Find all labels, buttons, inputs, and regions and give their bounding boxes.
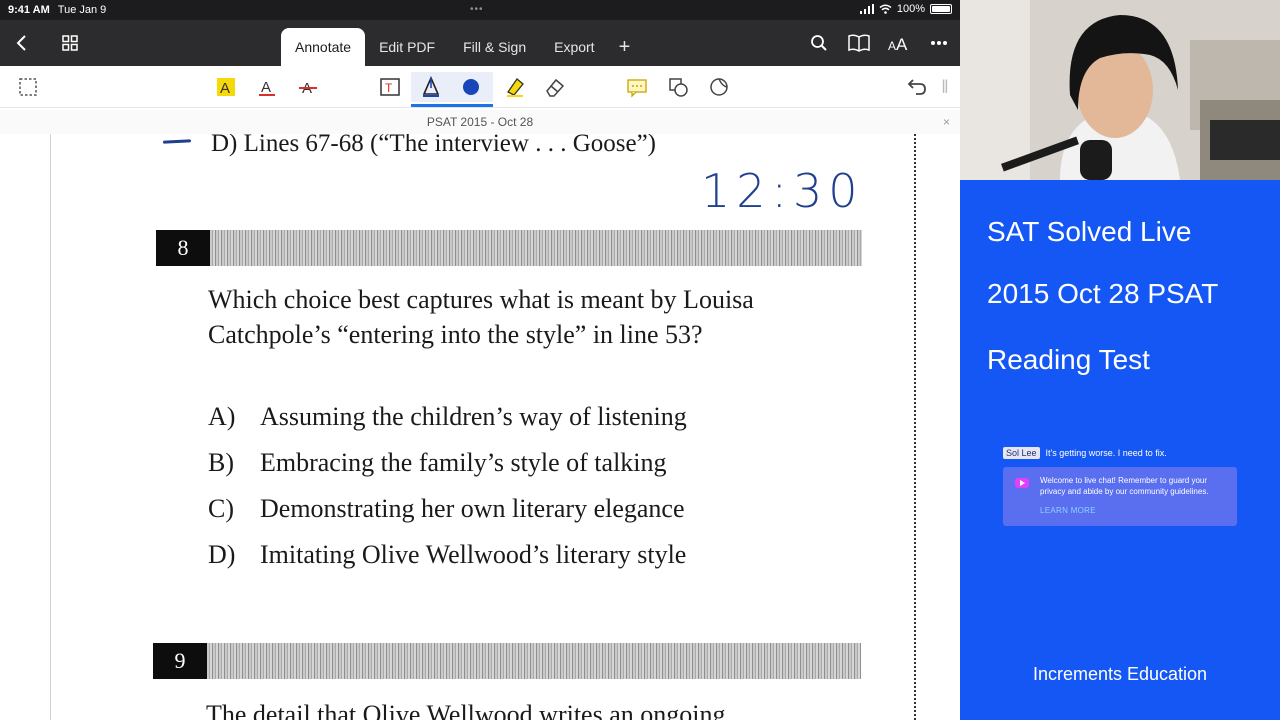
question-number: 9 bbox=[153, 643, 207, 679]
question-9-header: 9 bbox=[153, 643, 861, 679]
status-bar: 9:41 AM Tue Jan 9 ••• 100% bbox=[0, 0, 960, 20]
status-date: Tue Jan 9 bbox=[57, 4, 107, 16]
nav-bar: Annotate Edit PDF Fill & Sign Export + A… bbox=[0, 20, 960, 66]
more-options-icon[interactable] bbox=[926, 30, 952, 56]
chat-message: Sol Lee It's getting worse. I need to fi… bbox=[1003, 447, 1237, 459]
option-text: Embracing the family’s style of talking bbox=[260, 448, 667, 477]
status-time: 9:41 AM bbox=[8, 4, 50, 16]
handwritten-time: 12:30 bbox=[701, 164, 864, 218]
option-letter: B) bbox=[208, 448, 234, 477]
lasso-icon[interactable] bbox=[706, 75, 732, 99]
answer-option-a[interactable]: A) Assuming the children’s way of listeni… bbox=[208, 402, 687, 432]
previous-option-text: D) Lines 67-68 (“The interview . . . Goo… bbox=[211, 134, 656, 157]
svg-text:A: A bbox=[896, 35, 908, 52]
pdf-page[interactable]: D) Lines 67-68 (“The interview . . . Goo… bbox=[50, 134, 920, 720]
close-icon[interactable]: × bbox=[943, 110, 950, 134]
welcome-text: Welcome to live chat! Remember to guard … bbox=[1040, 476, 1209, 496]
svg-text:A: A bbox=[261, 79, 271, 96]
ipad-screen: 9:41 AM Tue Jan 9 ••• 100% Annotate Edit… bbox=[0, 0, 960, 720]
option-letter: D) bbox=[208, 540, 236, 569]
stream-title: SAT Solved Live bbox=[987, 216, 1192, 247]
question-9-stem: The detail that Olive Wellwood writes an… bbox=[206, 700, 726, 720]
chat-author: Sol Lee bbox=[1003, 447, 1040, 459]
tab-export[interactable]: Export bbox=[540, 28, 608, 66]
color-dot-icon[interactable] bbox=[463, 79, 479, 95]
svg-text:A: A bbox=[220, 80, 230, 97]
answer-option-b[interactable]: B) Embracing the family’s style of talkin… bbox=[208, 448, 667, 478]
tab-annotate[interactable]: Annotate bbox=[281, 28, 366, 66]
text-box-icon[interactable]: T bbox=[377, 75, 403, 99]
option-text: Demonstrating her own literary elegance bbox=[260, 494, 685, 523]
chat-text: It's getting worse. I need to fix. bbox=[1045, 448, 1167, 458]
shapes-icon[interactable] bbox=[665, 75, 691, 99]
webcam-image bbox=[960, 0, 1280, 180]
text-size-icon[interactable]: AA bbox=[886, 30, 912, 56]
mode-tabs: Annotate Edit PDF Fill & Sign Export + bbox=[281, 24, 640, 66]
stream-subtitle: 2015 Oct 28 PSAT bbox=[987, 278, 1219, 309]
status-indicators: 100% bbox=[859, 3, 952, 15]
highlight-text-icon[interactable]: A bbox=[213, 75, 239, 99]
pen-mark bbox=[162, 139, 192, 144]
select-icon[interactable] bbox=[15, 75, 41, 99]
cellular-icon bbox=[859, 4, 874, 14]
toolbar-handle-icon[interactable]: ‖ bbox=[938, 75, 952, 99]
chat-welcome-banner: Welcome to live chat! Remember to guard … bbox=[1003, 467, 1237, 526]
tab-fill-sign[interactable]: Fill & Sign bbox=[449, 28, 540, 66]
multitasking-dots-icon[interactable]: ••• bbox=[470, 4, 484, 15]
previous-question-option: D) Lines 67-68 (“The interview . . . Goo… bbox=[162, 134, 656, 158]
battery-percent: 100% bbox=[896, 3, 925, 15]
stream-info-panel: SAT Solved Live 2015 Oct 28 PSAT Reading… bbox=[960, 180, 1280, 720]
question-number: 8 bbox=[156, 230, 210, 266]
underline-text-icon[interactable]: A bbox=[254, 75, 280, 99]
live-chat: Sol Lee It's getting worse. I need to fi… bbox=[1003, 447, 1237, 526]
back-icon[interactable] bbox=[8, 30, 34, 56]
learn-more-link[interactable]: LEARN MORE bbox=[1040, 505, 1227, 516]
svg-text:A: A bbox=[888, 39, 896, 52]
wifi-icon bbox=[879, 4, 892, 14]
answer-option-c[interactable]: C) Demonstrating her own literary eleganc… bbox=[208, 494, 685, 524]
question-8-stem: Which choice best captures what is meant… bbox=[208, 285, 754, 349]
search-icon[interactable] bbox=[806, 30, 832, 56]
nav-right-actions: AA bbox=[806, 30, 952, 56]
highlighter-icon[interactable] bbox=[502, 75, 528, 99]
answer-option-d[interactable]: D) Imitating Olive Wellwood’s literary st… bbox=[208, 540, 686, 570]
annotation-toolbar: A A A T bbox=[0, 66, 960, 108]
option-text: Imitating Olive Wellwood’s literary styl… bbox=[260, 540, 687, 569]
document-title: PSAT 2015 - Oct 28 bbox=[426, 115, 534, 129]
footer-brand: Increments Education bbox=[1032, 664, 1208, 684]
document-title-bar: PSAT 2015 - Oct 28 × bbox=[0, 110, 960, 134]
eraser-icon[interactable] bbox=[542, 75, 568, 99]
reader-book-icon[interactable] bbox=[846, 30, 872, 56]
question-8-header: 8 bbox=[156, 230, 862, 266]
youtube-icon bbox=[1015, 478, 1029, 488]
svg-text:T: T bbox=[385, 81, 393, 95]
stream-section: Reading Test bbox=[987, 344, 1150, 375]
battery-icon bbox=[930, 4, 952, 14]
page-margin-dotted-line bbox=[914, 134, 916, 720]
option-text: Assuming the children’s way of listening bbox=[260, 402, 687, 431]
pen-icon[interactable] bbox=[419, 75, 443, 104]
add-tool-button[interactable]: + bbox=[609, 28, 641, 66]
tab-edit-pdf[interactable]: Edit PDF bbox=[365, 28, 449, 66]
option-letter: A) bbox=[208, 402, 236, 431]
webcam-feed bbox=[960, 0, 1280, 180]
comment-icon[interactable] bbox=[624, 75, 650, 99]
undo-icon[interactable] bbox=[904, 75, 930, 99]
option-letter: C) bbox=[208, 494, 234, 523]
grid-view-icon[interactable] bbox=[57, 30, 83, 56]
pen-tool-group bbox=[411, 72, 493, 102]
selected-tool-indicator bbox=[411, 104, 493, 107]
strikethrough-text-icon[interactable]: A bbox=[295, 75, 321, 99]
